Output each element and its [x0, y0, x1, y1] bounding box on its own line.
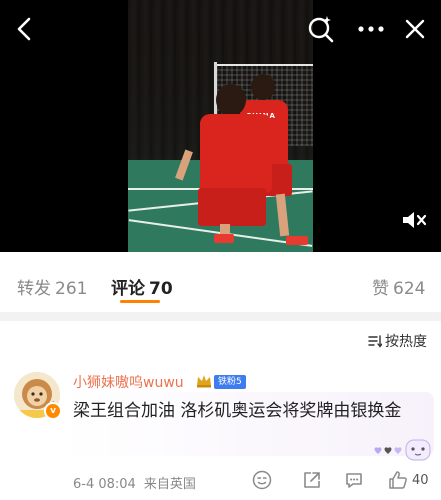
player-front	[200, 114, 272, 192]
share-button[interactable]	[302, 470, 322, 490]
tab-comments-label: 评论	[111, 279, 145, 299]
comment-username[interactable]: 小狮妹嗷呜wuwu	[73, 372, 184, 392]
tab-comments-count: 70	[149, 279, 173, 299]
verified-badge-icon: v	[44, 402, 62, 420]
emoji-reaction-button[interactable]	[252, 470, 272, 490]
tab-reposts[interactable]: 转发 261	[17, 274, 87, 299]
tab-likes-label: 赞	[372, 279, 389, 299]
share-icon	[304, 472, 320, 488]
sort-icon	[368, 335, 382, 348]
tab-bar: 转发 261 评论 70 赞 624	[0, 252, 441, 312]
sort-label: 按热度	[385, 334, 427, 350]
section-divider	[0, 312, 441, 321]
sort-by-popularity-button[interactable]: 按热度	[368, 331, 427, 351]
emoji-face-icon	[252, 470, 272, 490]
thumbs-up-icon	[389, 471, 407, 489]
crown-icon	[196, 373, 212, 392]
comment-text[interactable]: 梁王组合加油 洛杉矶奥运会将奖牌由银换金	[73, 398, 418, 425]
tab-comments[interactable]: 评论 70	[111, 274, 173, 299]
tab-reposts-label: 转发	[17, 279, 51, 299]
weibo-video-post-page: CHINA	[0, 0, 441, 500]
comment-date: 6-4 08:04	[73, 477, 136, 492]
close-icon[interactable]	[402, 16, 428, 42]
back-icon[interactable]	[12, 16, 36, 42]
search-icon[interactable]	[306, 14, 336, 44]
video-player[interactable]: CHINA	[0, 0, 441, 252]
video-frame: CHINA	[128, 0, 313, 252]
like-count: 40	[412, 472, 429, 488]
active-tab-indicator	[120, 300, 160, 303]
tab-reposts-count: 261	[55, 279, 88, 299]
fan-level-badge: 铁粉5	[214, 375, 246, 389]
comment-bubble-icon	[346, 473, 362, 488]
hearts-sticker-icon	[372, 436, 434, 466]
like-button[interactable]: 40	[388, 470, 429, 490]
mute-icon[interactable]	[400, 208, 428, 232]
tab-likes-count: 624	[393, 279, 426, 299]
tab-likes[interactable]: 赞 624	[372, 274, 425, 299]
comment-location: 来自英国	[143, 477, 196, 492]
comment-meta: 6-4 08:04 来自英国	[73, 473, 196, 492]
more-icon[interactable]	[356, 18, 386, 40]
reply-button[interactable]	[344, 470, 364, 490]
